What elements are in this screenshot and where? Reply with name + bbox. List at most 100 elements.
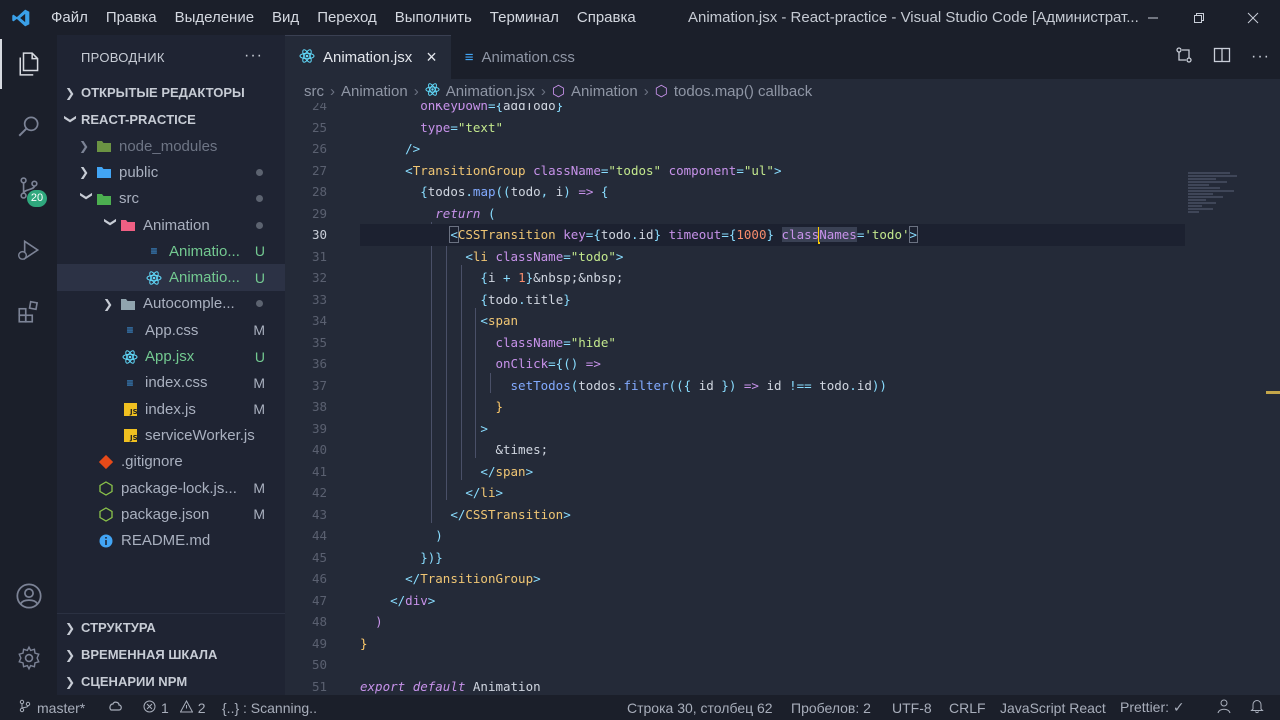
encoding[interactable]: UTF-8 — [892, 700, 932, 716]
tree-item-app-css[interactable]: ≡ App.css M — [57, 317, 285, 343]
tree-item-autocomplete-folder[interactable]: ❯ Autocomple... — [57, 291, 285, 317]
breadcrumb: src › Animation › Animation.jsx › ⬡ Anim… — [285, 79, 1280, 103]
code-line: 42 </li> — [311, 485, 504, 500]
code-line: 49} — [311, 635, 368, 651]
react-file-icon — [425, 82, 440, 101]
untracked-status: U — [254, 243, 265, 260]
menu-go[interactable]: Переход — [308, 0, 386, 35]
code-line: 43 </CSSTransition> — [311, 506, 571, 522]
modified-status: M — [253, 480, 265, 496]
tree-item-animation-jsx[interactable]: Animatio... U — [57, 264, 285, 291]
menu-selection[interactable]: Выделение — [166, 0, 263, 35]
timeline-section[interactable]: ❯ ВРЕМЕННАЯ ШКАЛА — [57, 641, 285, 668]
menu-run[interactable]: Выполнить — [386, 0, 481, 35]
css-file-icon: ≡ — [126, 323, 134, 338]
minimap[interactable] — [1188, 171, 1258, 251]
tree-item-app-jsx[interactable]: App.jsx U — [57, 343, 285, 369]
source-control-icon[interactable]: 20 — [0, 163, 57, 213]
prettier-status[interactable]: Prettier: ✓ — [1120, 699, 1185, 716]
chevron-right-icon: ❯ — [65, 620, 76, 635]
title-bar: Файл Правка Выделение Вид Переход Выполн… — [0, 0, 1280, 35]
project-section[interactable]: ❯ REACT-PRACTICE — [57, 106, 285, 133]
tab-animation-css[interactable]: ≡ Animation.css — [451, 35, 589, 79]
compare-changes-icon[interactable] — [1175, 46, 1193, 69]
account-icon[interactable] — [0, 571, 57, 621]
close-tab-icon[interactable]: × — [426, 47, 437, 68]
menu-terminal[interactable]: Терминал — [481, 0, 568, 35]
chevron-down-icon: ❯ — [64, 113, 78, 124]
symbol-cube-icon: ⬡ — [654, 83, 668, 100]
more-actions-icon[interactable]: ··· — [244, 47, 263, 65]
code-line: 41 </span> — [311, 463, 534, 479]
cursor-position[interactable]: Строка 30, столбец 62 — [627, 700, 773, 716]
scm-badge: 20 — [27, 190, 47, 207]
folder-src-icon — [95, 191, 113, 207]
tree-item-index-js[interactable]: JS index.js M — [57, 396, 285, 422]
extensions-icon[interactable] — [0, 287, 57, 337]
modified-dot — [256, 300, 263, 308]
git-branch-icon — [18, 699, 32, 716]
settings-gear-icon[interactable] — [0, 633, 57, 683]
line-endings[interactable]: CRLF — [949, 700, 986, 716]
react-file-icon — [299, 48, 315, 68]
chevron-right-icon: › — [330, 82, 335, 100]
tree-item-package-lock[interactable]: package-lock.js... M — [57, 475, 285, 501]
tree-item-index-css[interactable]: ≡ index.css M — [57, 370, 285, 396]
tree-item-readme[interactable]: README.md — [57, 527, 285, 553]
error-icon — [143, 700, 156, 716]
search-icon[interactable] — [0, 101, 57, 151]
notifications-bell-icon[interactable] — [1250, 698, 1264, 717]
code-line: 34 <span — [311, 313, 519, 328]
more-actions-icon[interactable]: ··· — [1251, 48, 1270, 66]
chevron-right-icon: › — [643, 82, 649, 100]
code-editor[interactable]: 24 onKeyDown={addTodo} 25 type="text" 26… — [285, 103, 1280, 695]
tree-item-service-worker[interactable]: JS serviceWorker.js — [57, 422, 285, 448]
feedback-icon[interactable] — [1216, 698, 1232, 717]
tree-item-gitignore[interactable]: .gitignore — [57, 449, 285, 475]
menu-view[interactable]: Вид — [263, 0, 308, 35]
minimize-icon[interactable] — [1130, 0, 1176, 35]
scanning-status[interactable]: {..} : Scanning.. — [222, 700, 317, 716]
explorer-sidebar: ПРОВОДНИК ··· ❯ ОТКРЫТЫЕ РЕДАКТОРЫ ❯ REA… — [57, 35, 285, 695]
breadcrumb-file[interactable]: Animation.jsx — [446, 83, 535, 100]
chevron-right-icon: ❯ — [65, 85, 76, 100]
language-mode[interactable]: JavaScript React — [1000, 700, 1106, 716]
npm-scripts-section[interactable]: ❯ СЦЕНАРИИ NPM — [57, 668, 285, 695]
branch-indicator[interactable]: master* — [18, 699, 85, 716]
modified-status: M — [253, 506, 265, 523]
tree-item-node-modules[interactable]: ❯ node_modules — [57, 133, 285, 159]
breadcrumb-animation-folder[interactable]: Animation — [341, 83, 408, 100]
restore-icon[interactable] — [1176, 0, 1222, 35]
react-file-icon — [121, 349, 139, 365]
tree-item-animation-folder[interactable]: ❯ Animation — [57, 212, 285, 238]
breadcrumb-symbol[interactable]: Animation — [571, 83, 638, 100]
problems-indicator[interactable]: 1 2 — [143, 699, 206, 716]
sync-icon[interactable] — [107, 699, 123, 716]
warning-icon — [179, 699, 194, 716]
tab-animation-jsx[interactable]: Animation.jsx × — [285, 35, 451, 79]
tree-item-animation-css[interactable]: ≡ Animatio... U — [57, 238, 285, 264]
code-line: 35 className="hide" — [311, 334, 616, 350]
outline-section[interactable]: ❯ СТРУКТУРА — [57, 614, 285, 641]
code-line: 33 {todo.title} — [311, 291, 571, 307]
close-window-icon[interactable] — [1230, 0, 1276, 35]
explorer-icon[interactable] — [0, 39, 57, 89]
indentation[interactable]: Пробелов: 2 — [791, 700, 871, 716]
scrollbar-marker — [1266, 391, 1280, 394]
symbol-cube-icon: ⬡ — [551, 83, 566, 100]
breadcrumb-src[interactable]: src — [304, 83, 324, 100]
tree-item-src[interactable]: ❯ src — [57, 186, 285, 212]
breadcrumb-callback[interactable]: todos.map() callback — [674, 83, 812, 100]
split-editor-icon[interactable] — [1213, 46, 1231, 69]
svg-text:JS: JS — [129, 434, 137, 442]
tree-item-public[interactable]: ❯ public — [57, 159, 285, 185]
menu-file[interactable]: Файл — [42, 0, 97, 35]
editor-area: Animation.jsx × ≡ Animation.css ··· src … — [285, 35, 1280, 695]
run-debug-icon[interactable] — [0, 225, 57, 275]
menu-edit[interactable]: Правка — [97, 0, 166, 35]
nodejs-file-icon — [97, 480, 115, 496]
code-line: 25 type="text" — [311, 119, 504, 135]
tree-item-package-json[interactable]: package.json M — [57, 501, 285, 527]
menu-help[interactable]: Справка — [568, 0, 645, 35]
open-editors-section[interactable]: ❯ ОТКРЫТЫЕ РЕДАКТОРЫ — [57, 79, 285, 106]
